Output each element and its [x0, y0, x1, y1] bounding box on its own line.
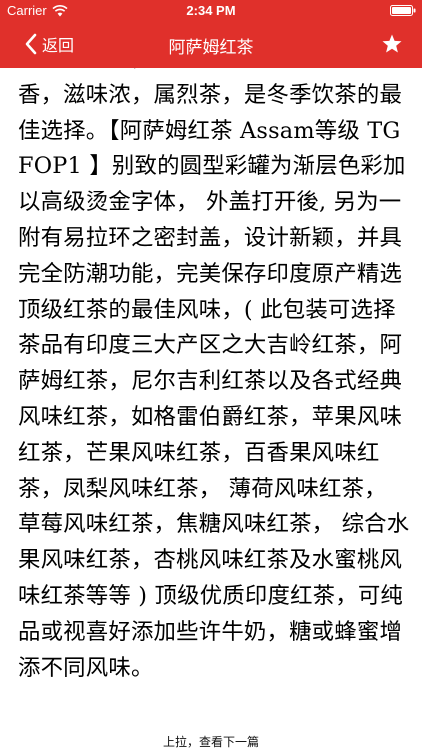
battery-icon: [390, 5, 416, 16]
star-icon[interactable]: [380, 32, 404, 56]
navigation-bar: 返回 阿萨姆红茶: [0, 20, 422, 68]
article-text: 色深红稍褐，带有淡淡的麦芽香、玫瑰香，滋味浓，属烈茶，是冬季饮茶的最佳选择。【阿…: [18, 68, 410, 681]
status-bar: Carrier 2:34 PM: [0, 0, 422, 20]
pull-up-next-hint: 上拉，查看下一篇: [162, 735, 259, 749]
article-content[interactable]: 色深红稍褐，带有淡淡的麦芽香、玫瑰香，滋味浓，属烈茶，是冬季饮茶的最佳选择。【阿…: [0, 68, 422, 708]
status-time: 2:34 PM: [186, 3, 236, 18]
page-title: 阿萨姆红茶: [168, 38, 254, 58]
